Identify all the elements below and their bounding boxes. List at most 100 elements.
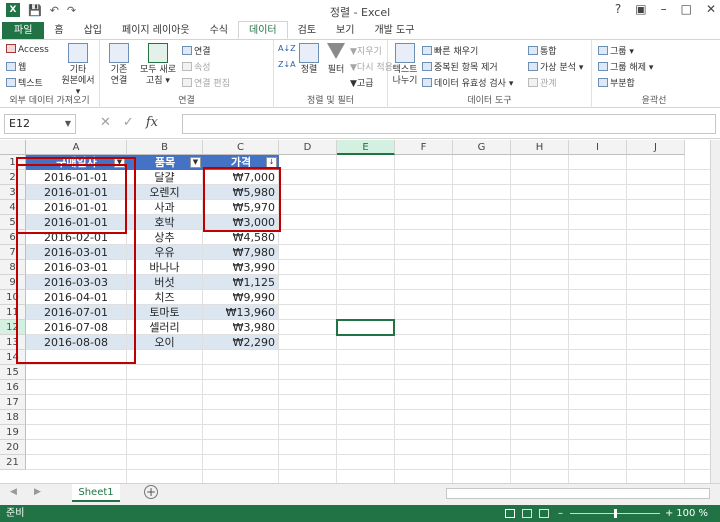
normal-view-icon[interactable] <box>505 509 515 518</box>
row-header-15[interactable]: 15 <box>0 365 26 380</box>
cancel-icon[interactable]: ✕ <box>100 115 111 130</box>
subtotal-button[interactable]: 부분합 <box>598 76 635 89</box>
tab-home[interactable]: 홈 <box>44 22 73 39</box>
formula-input[interactable] <box>182 114 716 134</box>
price-cell[interactable]: ₩3,990 <box>203 260 278 274</box>
tab-file[interactable]: 파일 <box>2 22 45 39</box>
reapply-button[interactable]: ▼다시 적용 <box>350 60 393 73</box>
sort-desc-icon[interactable]: Z↓A <box>278 60 296 69</box>
close-icon[interactable]: ✕ <box>706 2 716 16</box>
row-header-17[interactable]: 17 <box>0 395 26 410</box>
item-cell[interactable]: 사과 <box>127 200 202 214</box>
minimize-icon[interactable]: – <box>661 2 667 16</box>
item-cell[interactable]: 바나나 <box>127 260 202 274</box>
active-cell-selection[interactable] <box>336 319 395 336</box>
text-to-columns-button[interactable]: 텍스트 나누기 <box>390 43 420 87</box>
remove-duplicates-button[interactable]: 중복된 항목 제거 <box>422 60 498 73</box>
zoom-in-icon[interactable]: + <box>665 505 673 522</box>
maximize-icon[interactable]: □ <box>681 2 692 16</box>
sort-button[interactable]: 정렬 <box>296 43 322 76</box>
column-header-g[interactable]: G <box>453 140 511 155</box>
relationships-button[interactable]: 관계 <box>528 76 557 89</box>
price-cell[interactable]: ₩4,580 <box>203 230 278 244</box>
filter-dropdown-icon[interactable]: ▼ <box>190 157 201 168</box>
price-cell[interactable]: ₩2,290 <box>203 335 278 349</box>
tab-view[interactable]: 보기 <box>326 22 364 39</box>
column-header-f[interactable]: F <box>395 140 453 155</box>
row-header-18[interactable]: 18 <box>0 410 26 425</box>
text-button[interactable]: 텍스트 <box>6 76 43 89</box>
next-sheet-icon[interactable]: ▶ <box>34 487 41 497</box>
worksheet-grid[interactable]: A B C D E F G H I J 1 2 3 4 5 6 7 8 9 10 11 12 13 14 15 16 17 18 19 2… <box>0 140 710 483</box>
zoom-slider-knob[interactable] <box>614 509 617 518</box>
advanced-filter-button[interactable]: ▼고급 <box>350 76 373 89</box>
consolidate-button[interactable]: 통합 <box>528 44 557 57</box>
page-break-view-icon[interactable] <box>539 509 549 518</box>
horizontal-scrollbar[interactable] <box>446 488 710 499</box>
item-cell[interactable]: 오이 <box>127 335 202 349</box>
tab-formulas[interactable]: 수식 <box>200 22 238 39</box>
tab-insert[interactable]: 삽입 <box>74 22 112 39</box>
row-header-20[interactable]: 20 <box>0 440 26 455</box>
row-header-21[interactable]: 21 <box>0 455 26 470</box>
enter-icon[interactable]: ✓ <box>123 115 134 130</box>
add-sheet-icon[interactable]: + <box>144 485 158 499</box>
zoom-level[interactable]: 100 % <box>676 505 708 522</box>
tab-developer[interactable]: 개발 도구 <box>364 22 424 39</box>
edit-links-button[interactable]: 연결 편집 <box>182 76 230 89</box>
column-header-d[interactable]: D <box>279 140 337 155</box>
price-cell[interactable]: ₩3,980 <box>203 320 278 334</box>
data-validation-button[interactable]: 데이터 유효성 검사 ▾ <box>422 76 513 89</box>
vertical-scrollbar[interactable] <box>710 140 720 483</box>
column-header-c[interactable]: C <box>203 140 279 155</box>
prev-sheet-icon[interactable]: ◀ <box>10 487 17 497</box>
chevron-down-icon[interactable]: ▼ <box>65 115 71 133</box>
access-button[interactable]: Access <box>6 44 49 55</box>
column-header-b[interactable]: B <box>127 140 203 155</box>
other-sources-button[interactable]: 기타 원본에서 ▾ <box>58 43 98 98</box>
ribbon-display-icon[interactable]: ▣ <box>635 2 646 16</box>
existing-connections-button[interactable]: 기존 연결 <box>104 43 134 87</box>
item-cell[interactable]: 오렌지 <box>127 185 202 199</box>
name-box[interactable]: E12 ▼ <box>4 114 76 134</box>
what-if-analysis-button[interactable]: 가상 분석 ▾ <box>528 60 583 73</box>
insert-function-icon[interactable]: fx <box>146 115 158 130</box>
select-all-corner[interactable] <box>0 140 26 155</box>
price-cell[interactable]: ₩7,980 <box>203 245 278 259</box>
properties-button[interactable]: 속성 <box>182 60 211 73</box>
page-layout-view-icon[interactable] <box>522 509 532 518</box>
tab-data[interactable]: 데이터 <box>238 21 288 39</box>
clear-filter-button[interactable]: ▼지우기 <box>350 44 382 57</box>
column-header-a[interactable]: A <box>26 140 127 155</box>
sort-asc-icon[interactable]: A↓Z <box>278 44 296 53</box>
item-cell[interactable]: 치즈 <box>127 290 202 304</box>
web-button[interactable]: 웹 <box>6 60 26 73</box>
ungroup-button[interactable]: 그룹 해제 ▾ <box>598 60 653 73</box>
tab-page-layout[interactable]: 페이지 레이아웃 <box>112 22 200 39</box>
zoom-out-icon[interactable]: – <box>558 505 563 522</box>
item-cell[interactable]: 상추 <box>127 230 202 244</box>
item-cell[interactable]: 호박 <box>127 215 202 229</box>
item-cell[interactable]: 우유 <box>127 245 202 259</box>
column-header-e[interactable]: E <box>337 140 395 155</box>
item-cell[interactable]: 토마토 <box>127 305 202 319</box>
column-header-i[interactable]: I <box>569 140 627 155</box>
item-cell[interactable]: 셀러리 <box>127 320 202 334</box>
price-cell[interactable]: ₩13,960 <box>203 305 278 319</box>
filter-button[interactable]: 필터 <box>324 43 348 76</box>
help-icon[interactable]: ? <box>615 2 621 16</box>
group-button[interactable]: 그룹 ▾ <box>598 44 634 57</box>
item-cell[interactable]: 달걀 <box>127 170 202 184</box>
refresh-all-button[interactable]: 모두 새로 고침 ▾ <box>136 43 180 87</box>
column-header-h[interactable]: H <box>511 140 569 155</box>
row-header-19[interactable]: 19 <box>0 425 26 440</box>
tab-review[interactable]: 검토 <box>288 22 326 39</box>
column-header-j[interactable]: J <box>627 140 685 155</box>
connections-button[interactable]: 연결 <box>182 44 211 57</box>
flash-fill-button[interactable]: 빠른 채우기 <box>422 44 478 57</box>
sheet-tab-sheet1[interactable]: Sheet1 <box>72 484 120 502</box>
row-header-16[interactable]: 16 <box>0 380 26 395</box>
item-cell[interactable]: 버섯 <box>127 275 202 289</box>
price-cell[interactable]: ₩1,125 <box>203 275 278 289</box>
price-cell[interactable]: ₩9,990 <box>203 290 278 304</box>
